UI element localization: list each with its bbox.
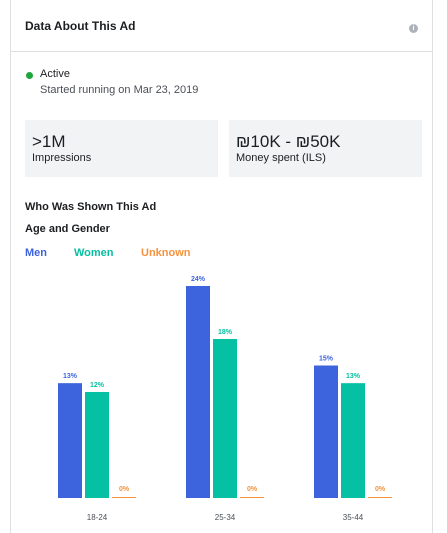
ad-data-card: Data About This Ad i Active Started runn… xyxy=(10,0,433,533)
bar-label-women-18-24: 12% xyxy=(90,382,105,389)
bar-label-women-35-44: 13% xyxy=(346,373,361,380)
bar-label-women-25-34: 18% xyxy=(218,329,233,336)
bar-label-unknown-25-34: 0% xyxy=(247,486,258,493)
bar-label-men-35-44: 15% xyxy=(319,356,334,363)
bar-men-25-34 xyxy=(186,286,210,498)
bar-men-18-24 xyxy=(58,383,82,498)
age-gender-chart: 13% 12% 0% 18-24 24% 18% 0% 25-34 15% 13% 0% 35-44 xyxy=(58,276,392,522)
bar-label-men-18-24: 13% xyxy=(63,373,78,380)
x-tick-label-35-44: 35-44 xyxy=(343,513,364,522)
x-tick-label-18-24: 18-24 xyxy=(87,513,108,522)
bar-unknown-35-44 xyxy=(368,497,392,498)
bar-unknown-25-34 xyxy=(240,497,264,498)
bar-women-25-34 xyxy=(213,339,237,498)
bar-label-unknown-35-44: 0% xyxy=(375,486,386,493)
x-tick-label-25-34: 25-34 xyxy=(215,513,236,522)
bar-label-men-25-34: 24% xyxy=(191,276,206,283)
bar-unknown-18-24 xyxy=(112,497,136,498)
bar-men-35-44 xyxy=(314,365,338,498)
bar-women-35-44 xyxy=(341,383,365,498)
bar-label-unknown-18-24: 0% xyxy=(119,486,130,493)
bar-women-18-24 xyxy=(85,392,109,498)
